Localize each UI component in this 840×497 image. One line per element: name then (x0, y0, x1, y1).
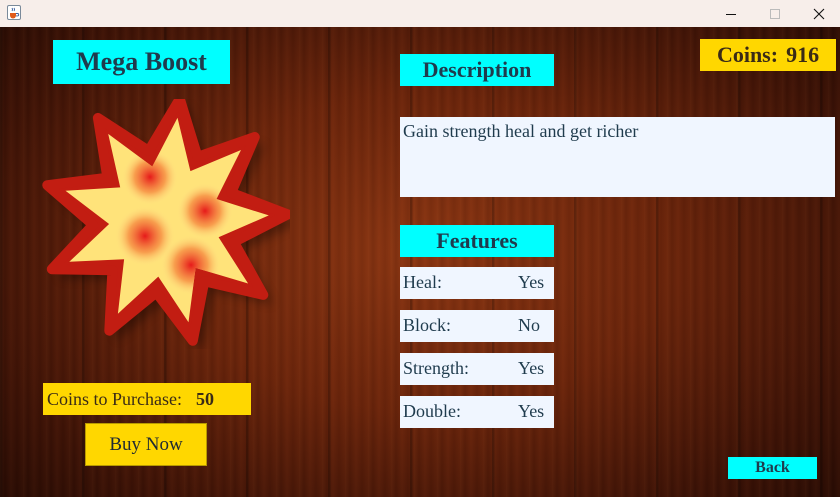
description-text: Gain strength heal and get richer (400, 117, 835, 197)
window-title-bar (0, 0, 840, 27)
product-title: Mega Boost (53, 40, 230, 84)
feature-value: Yes (518, 401, 545, 421)
feature-value: Yes (518, 358, 545, 378)
feature-value: Yes (518, 272, 545, 292)
coins-balance: Coins: 916 (700, 39, 836, 71)
close-icon (813, 8, 825, 19)
description-header: Description (400, 54, 554, 86)
features-header: Features (400, 225, 554, 257)
feature-row-strength: Strength: Yes (400, 353, 554, 385)
purchase-cost: Coins to Purchase: 50 (43, 383, 251, 415)
explosion-star-icon (42, 93, 298, 351)
buy-now-button[interactable]: Buy Now (85, 423, 207, 466)
feature-name: Strength: (403, 358, 469, 378)
feature-name: Heal: (403, 272, 442, 292)
product-image (40, 93, 298, 351)
maximize-icon (770, 8, 780, 19)
maximize-button[interactable] (752, 0, 798, 27)
feature-name: Block: (403, 315, 451, 335)
feature-row-heal: Heal: Yes (400, 267, 554, 299)
coins-label: Coins: (716, 42, 779, 67)
feature-row-block: Block: No (400, 310, 554, 342)
back-button[interactable]: Back (728, 457, 817, 479)
feature-value: No (518, 315, 540, 335)
minimize-icon (726, 13, 736, 15)
purchase-amount: 50 (196, 388, 214, 409)
java-cup-icon (7, 5, 21, 20)
feature-name: Double: (403, 401, 461, 421)
feature-row-double: Double: Yes (400, 396, 554, 428)
minimize-button[interactable] (708, 0, 754, 27)
purchase-label: Coins to Purchase: (47, 388, 182, 409)
shop-item-panel: Mega Boost Coins: 916 Description Gain s… (0, 27, 840, 497)
coins-value: 916 (786, 42, 820, 67)
close-button[interactable] (796, 0, 840, 27)
